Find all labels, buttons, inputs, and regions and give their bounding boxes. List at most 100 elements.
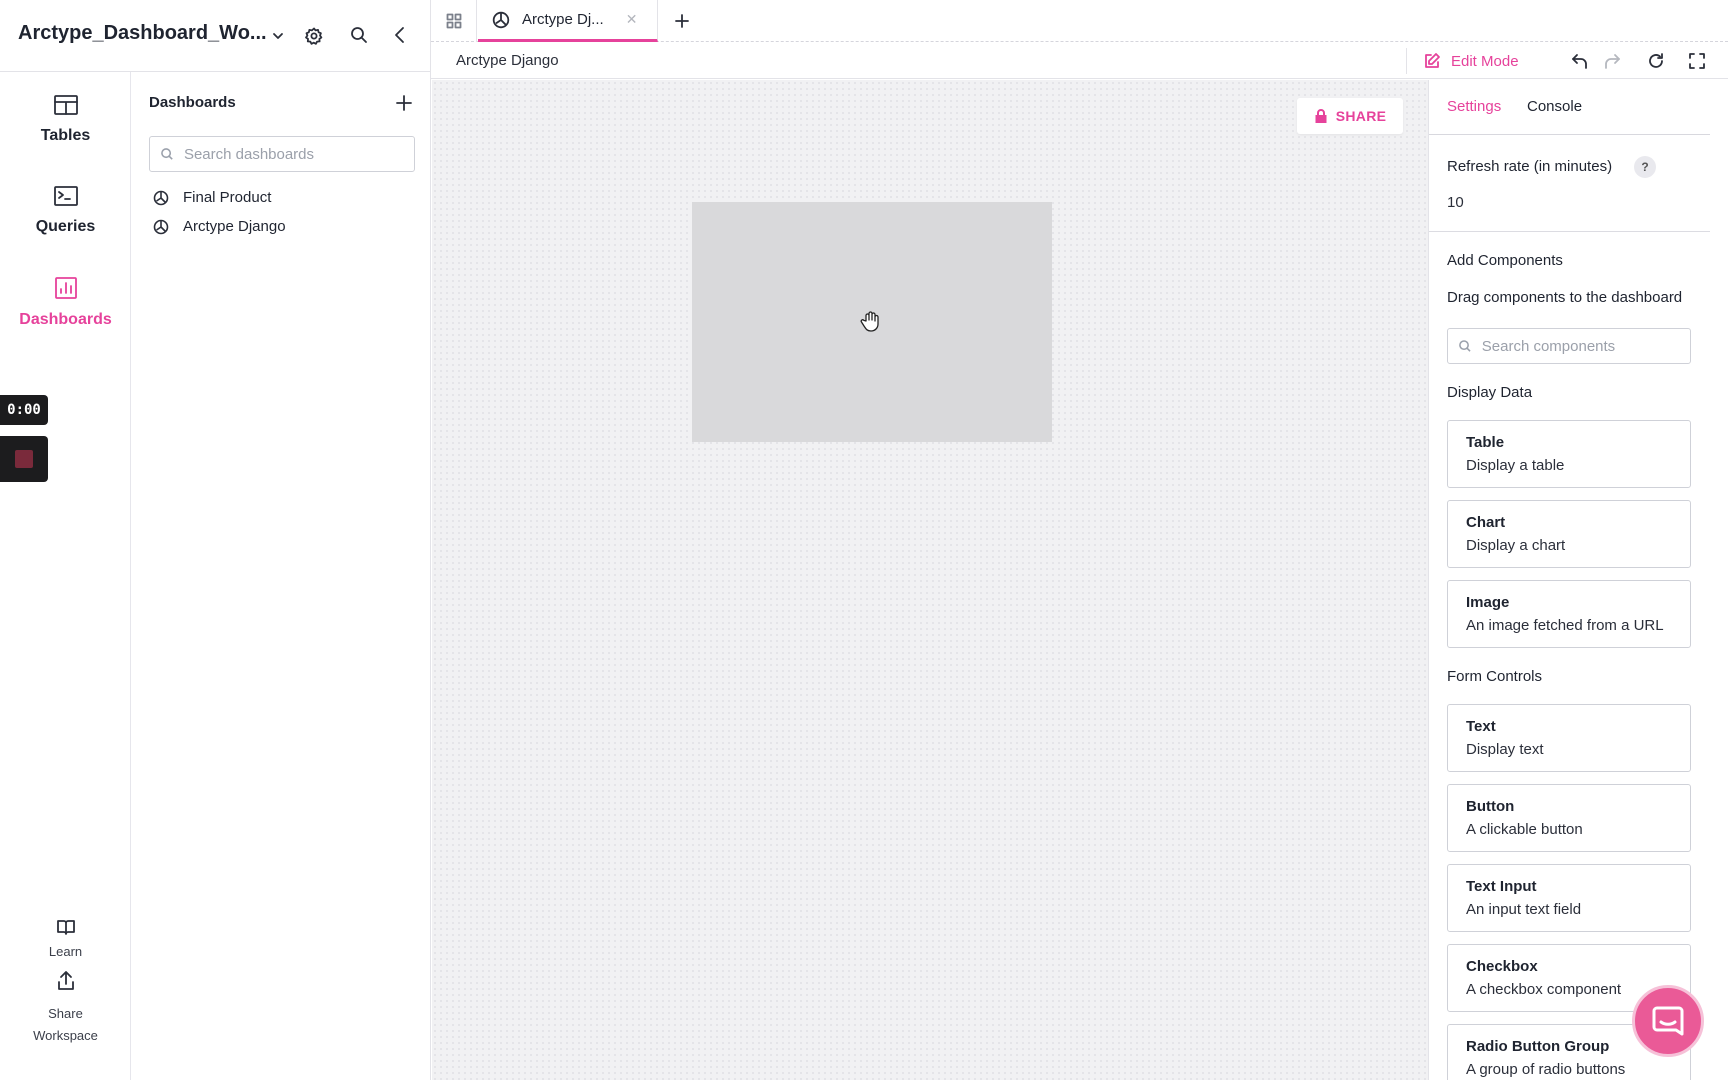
component-description: Display a chart	[1466, 537, 1566, 554]
dashboard-icon	[492, 11, 510, 28]
undo-icon[interactable]	[1567, 48, 1593, 74]
rail-item-label: Learn	[48, 944, 83, 959]
rail-item-share-workspace[interactable]: Share Workspace	[0, 970, 131, 1047]
fullscreen-icon[interactable]	[1684, 48, 1710, 74]
component-name: Text	[1466, 718, 1496, 735]
search-dashboards-field[interactable]	[149, 136, 415, 172]
table-icon	[53, 95, 78, 115]
dashboard-canvas[interactable]: SHARE	[432, 80, 1428, 1080]
component-description: Display text	[1466, 741, 1544, 758]
display-data-heading: Display Data	[1447, 384, 1533, 401]
rail-item-tables[interactable]: Tables	[0, 94, 131, 145]
component-name: Button	[1466, 798, 1515, 815]
close-tab-icon[interactable]: ✕	[626, 11, 638, 28]
tabs-overview-button[interactable]	[431, 0, 477, 42]
help-question-icon[interactable]: ?	[1634, 156, 1656, 178]
settings-panel-tabs: Settings Console	[1429, 80, 1710, 135]
plus-icon	[675, 14, 689, 28]
dashboard-icon	[153, 190, 169, 205]
refresh-rate-label: Refresh rate (in minutes)	[1447, 158, 1613, 175]
share-button[interactable]: SHARE	[1297, 98, 1403, 134]
divider	[1429, 231, 1710, 232]
collapse-sidebar-chevron-left-icon[interactable]	[388, 22, 412, 48]
rail-item-label: Dashboards	[19, 311, 112, 328]
component-card-text[interactable]: Text Display text	[1447, 704, 1691, 772]
dashboard-toolbar: Arctype Django Edit Mode	[431, 43, 1728, 79]
search-icon[interactable]	[346, 22, 372, 48]
workspace-title[interactable]: Arctype_Dashboard_Wo...	[18, 22, 267, 45]
rail-item-label: Workspace	[33, 1028, 98, 1043]
dashboard-icon	[153, 219, 169, 234]
component-description: An image fetched from a URL	[1466, 617, 1664, 634]
component-name: Text Input	[1466, 878, 1537, 895]
grid-icon	[446, 13, 461, 29]
lock-icon	[1315, 109, 1327, 123]
stop-icon	[15, 450, 33, 468]
rail-item-label: Tables	[40, 127, 91, 144]
component-drop-placeholder[interactable]	[692, 202, 1052, 442]
search-dashboards-input[interactable]	[183, 145, 414, 163]
refresh-rate-input[interactable]: 10	[1447, 194, 1464, 211]
edit-mode-toggle[interactable]: Edit Mode	[1406, 48, 1519, 74]
rail-item-queries[interactable]: Queries	[0, 185, 131, 236]
form-controls-heading: Form Controls	[1447, 668, 1543, 685]
dashboards-heading: Dashboards	[149, 94, 236, 111]
rail-item-label: Share	[48, 1006, 83, 1021]
breadcrumb: Arctype Django	[456, 52, 559, 69]
search-icon	[161, 148, 173, 160]
tab-label: Arctype Dj...	[522, 11, 604, 28]
component-card-text-input[interactable]: Text Input An input text field	[1447, 864, 1691, 932]
add-components-hint: Drag components to the dashboard	[1447, 289, 1683, 306]
search-components-input[interactable]	[1481, 337, 1690, 355]
component-name: Image	[1466, 594, 1510, 611]
component-description: A clickable button	[1466, 821, 1583, 838]
dashboard-list-item-label: Final Product	[183, 189, 272, 206]
settings-panel: Settings Console Refresh rate (in minute…	[1428, 80, 1728, 1080]
tab-console[interactable]: Console	[1527, 98, 1582, 115]
refresh-icon[interactable]	[1643, 48, 1669, 74]
workspace-header: Arctype_Dashboard_Wo...	[0, 0, 431, 72]
redo-icon[interactable]	[1599, 48, 1625, 74]
add-components-heading: Add Components	[1447, 252, 1563, 269]
tab-arctype-django[interactable]: Arctype Dj... ✕	[478, 0, 658, 42]
recording-timer: 0:00	[0, 395, 48, 425]
rail-item-label: Queries	[35, 218, 96, 235]
share-button-label: SHARE	[1335, 108, 1387, 124]
new-tab-button[interactable]	[667, 6, 697, 36]
component-name: Chart	[1466, 514, 1506, 531]
tab-settings[interactable]: Settings	[1447, 98, 1501, 115]
tab-bar: Arctype Dj... ✕	[431, 0, 1728, 42]
component-card-chart[interactable]: Chart Display a chart	[1447, 500, 1691, 568]
add-dashboard-button[interactable]	[389, 88, 419, 118]
chat-support-button[interactable]	[1632, 985, 1704, 1057]
component-name: Table	[1466, 434, 1505, 451]
workspace-dropdown-chevron-icon[interactable]	[268, 26, 288, 46]
plus-icon	[396, 95, 412, 111]
icon-rail: Tables Queries Dashboards Learn Share Wo…	[0, 72, 131, 1080]
component-name: Checkbox	[1466, 958, 1538, 975]
settings-gear-icon[interactable]	[302, 24, 326, 48]
component-description: Display a table	[1466, 457, 1565, 474]
grab-hand-cursor-icon	[860, 310, 882, 339]
dashboard-list-item[interactable]: Final Product	[153, 189, 271, 206]
search-icon	[1459, 340, 1471, 352]
stop-recording-button[interactable]	[0, 436, 48, 482]
component-description: An input text field	[1466, 901, 1582, 918]
component-description: A group of radio buttons	[1466, 1061, 1626, 1078]
book-icon	[56, 920, 75, 935]
bar-chart-icon	[54, 277, 77, 299]
dashboards-panel: Dashboards Final Product Arctype Django	[131, 72, 431, 1080]
chat-icon	[1652, 1006, 1684, 1036]
component-card-image[interactable]: Image An image fetched from a URL	[1447, 580, 1691, 648]
share-upload-icon	[57, 971, 74, 990]
rail-item-dashboards[interactable]: Dashboards	[0, 276, 131, 329]
component-card-button[interactable]: Button A clickable button	[1447, 784, 1691, 852]
component-card-table[interactable]: Table Display a table	[1447, 420, 1691, 488]
terminal-icon	[53, 186, 78, 206]
dashboard-list-item[interactable]: Arctype Django	[153, 218, 286, 235]
edit-pencil-icon	[1425, 53, 1440, 68]
rail-item-learn[interactable]: Learn	[0, 918, 131, 963]
search-components-field[interactable]	[1447, 328, 1691, 364]
edit-mode-label: Edit Mode	[1451, 52, 1519, 70]
dashboard-list-item-label: Arctype Django	[183, 218, 286, 235]
